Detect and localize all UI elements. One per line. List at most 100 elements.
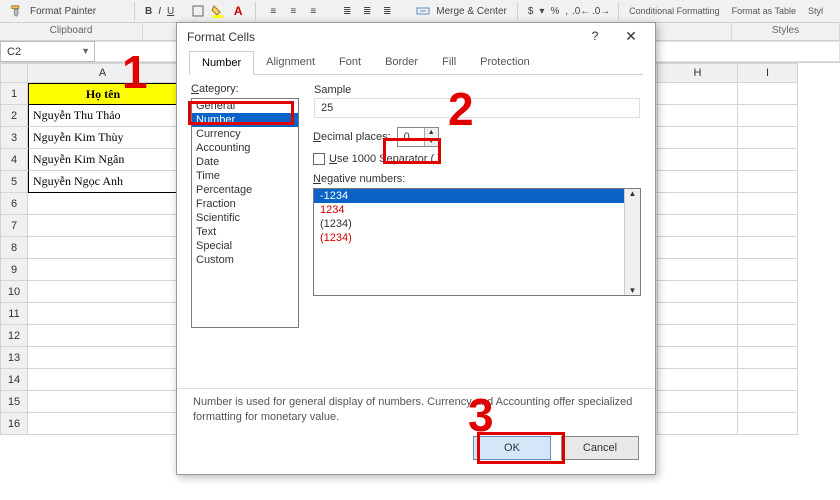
row-header[interactable]: 10 (0, 281, 28, 303)
align-left-icon[interactable]: ≣ (340, 4, 354, 18)
chevron-down-icon[interactable]: ▼ (81, 46, 90, 56)
row-header[interactable]: 6 (0, 193, 28, 215)
comma-button[interactable]: , (565, 6, 568, 17)
category-item-text[interactable]: Text (192, 225, 298, 239)
row-header[interactable]: 4 (0, 149, 28, 171)
negative-item[interactable]: 1234 (314, 203, 640, 217)
border-icon[interactable] (191, 4, 205, 18)
category-item-custom[interactable]: Custom (192, 253, 298, 267)
bold-button[interactable]: B (145, 6, 152, 17)
tab-fill[interactable]: Fill (430, 51, 468, 74)
cell[interactable]: Nguyễn Ngọc Anh (28, 171, 178, 193)
align-top-icon[interactable]: ≡ (266, 4, 280, 18)
cell[interactable] (658, 281, 738, 303)
cell[interactable] (738, 259, 798, 281)
cell[interactable] (658, 83, 738, 105)
cell[interactable] (738, 413, 798, 435)
conditional-formatting-button[interactable]: Conditional Formatting (629, 7, 720, 16)
cell[interactable]: Nguyễn Kim Thùy (28, 127, 178, 149)
cell-styles-button[interactable]: Styl (808, 6, 823, 16)
col-header[interactable]: H (658, 63, 738, 83)
row-header[interactable]: 14 (0, 369, 28, 391)
cell[interactable] (738, 369, 798, 391)
cell[interactable] (658, 325, 738, 347)
cell[interactable] (28, 325, 178, 347)
align-bot-icon[interactable]: ≡ (306, 4, 320, 18)
align-mid-icon[interactable]: ≡ (286, 4, 300, 18)
cell[interactable] (28, 391, 178, 413)
cell[interactable] (738, 347, 798, 369)
category-item-accounting[interactable]: Accounting (192, 141, 298, 155)
cell[interactable] (658, 391, 738, 413)
category-item-scientific[interactable]: Scientific (192, 211, 298, 225)
format-painter-icon[interactable] (10, 4, 24, 18)
tab-protection[interactable]: Protection (468, 51, 542, 74)
col-header[interactable]: A (28, 63, 178, 83)
select-all-corner[interactable] (0, 63, 28, 83)
cell[interactable] (658, 127, 738, 149)
spin-down-icon[interactable]: ▼ (424, 137, 438, 146)
align-right-icon[interactable]: ≣ (380, 4, 394, 18)
decrease-decimal-icon[interactable]: .0→ (594, 4, 608, 18)
row-header[interactable]: 1 (0, 83, 28, 105)
category-item-percentage[interactable]: Percentage (192, 183, 298, 197)
cell[interactable]: Nguyễn Thu Thảo (28, 105, 178, 127)
negative-item[interactable]: (1234) (314, 217, 640, 231)
negative-item[interactable]: -1234 (314, 189, 640, 203)
currency-button[interactable]: $ (528, 6, 534, 17)
tab-alignment[interactable]: Alignment (254, 51, 327, 74)
cell[interactable] (28, 215, 178, 237)
cell[interactable] (658, 215, 738, 237)
cancel-button[interactable]: Cancel (561, 436, 639, 460)
category-item-currency[interactable]: Currency (192, 127, 298, 141)
category-item-special[interactable]: Special (192, 239, 298, 253)
cell[interactable] (28, 303, 178, 325)
row-header[interactable]: 15 (0, 391, 28, 413)
cell[interactable] (738, 325, 798, 347)
align-center-icon[interactable]: ≣ (360, 4, 374, 18)
cell[interactable] (658, 193, 738, 215)
cell[interactable] (28, 281, 178, 303)
italic-button[interactable]: I (158, 6, 161, 17)
row-header[interactable]: 16 (0, 413, 28, 435)
cell[interactable] (658, 149, 738, 171)
cell[interactable] (738, 105, 798, 127)
cell[interactable] (658, 369, 738, 391)
cell[interactable] (28, 413, 178, 435)
row-header[interactable]: 9 (0, 259, 28, 281)
row-header[interactable]: 13 (0, 347, 28, 369)
cell[interactable] (738, 281, 798, 303)
merge-center-button[interactable]: Merge & Center (436, 6, 507, 17)
cell[interactable] (658, 105, 738, 127)
row-header[interactable]: 7 (0, 215, 28, 237)
cell[interactable]: Họ tên (28, 83, 178, 105)
font-color-icon[interactable]: A (231, 4, 245, 18)
category-list[interactable]: General Number Currency Accounting Date … (191, 98, 299, 328)
cell[interactable] (738, 127, 798, 149)
cell[interactable] (658, 237, 738, 259)
cell[interactable] (28, 347, 178, 369)
row-header[interactable]: 8 (0, 237, 28, 259)
dialog-title-bar[interactable]: Format Cells ? ✕ (177, 23, 655, 51)
cell[interactable] (28, 237, 178, 259)
cell[interactable] (28, 369, 178, 391)
percent-button[interactable]: % (550, 6, 559, 17)
cell[interactable] (658, 259, 738, 281)
format-painter-label[interactable]: Format Painter (30, 6, 96, 17)
cell[interactable] (738, 237, 798, 259)
format-as-table-button[interactable]: Format as Table (732, 7, 796, 16)
cell[interactable] (658, 347, 738, 369)
cell[interactable] (738, 391, 798, 413)
tab-font[interactable]: Font (327, 51, 373, 74)
row-header[interactable]: 3 (0, 127, 28, 149)
ok-button[interactable]: OK (473, 436, 551, 460)
category-item-general[interactable]: General (192, 99, 298, 113)
category-item-fraction[interactable]: Fraction (192, 197, 298, 211)
row-header[interactable]: 12 (0, 325, 28, 347)
cell[interactable]: Nguyễn Kim Ngân (28, 149, 178, 171)
category-item-number[interactable]: Number (192, 113, 298, 127)
tab-border[interactable]: Border (373, 51, 430, 74)
cell[interactable] (658, 413, 738, 435)
thousand-separator-checkbox[interactable] (313, 153, 325, 165)
cell[interactable] (28, 193, 178, 215)
